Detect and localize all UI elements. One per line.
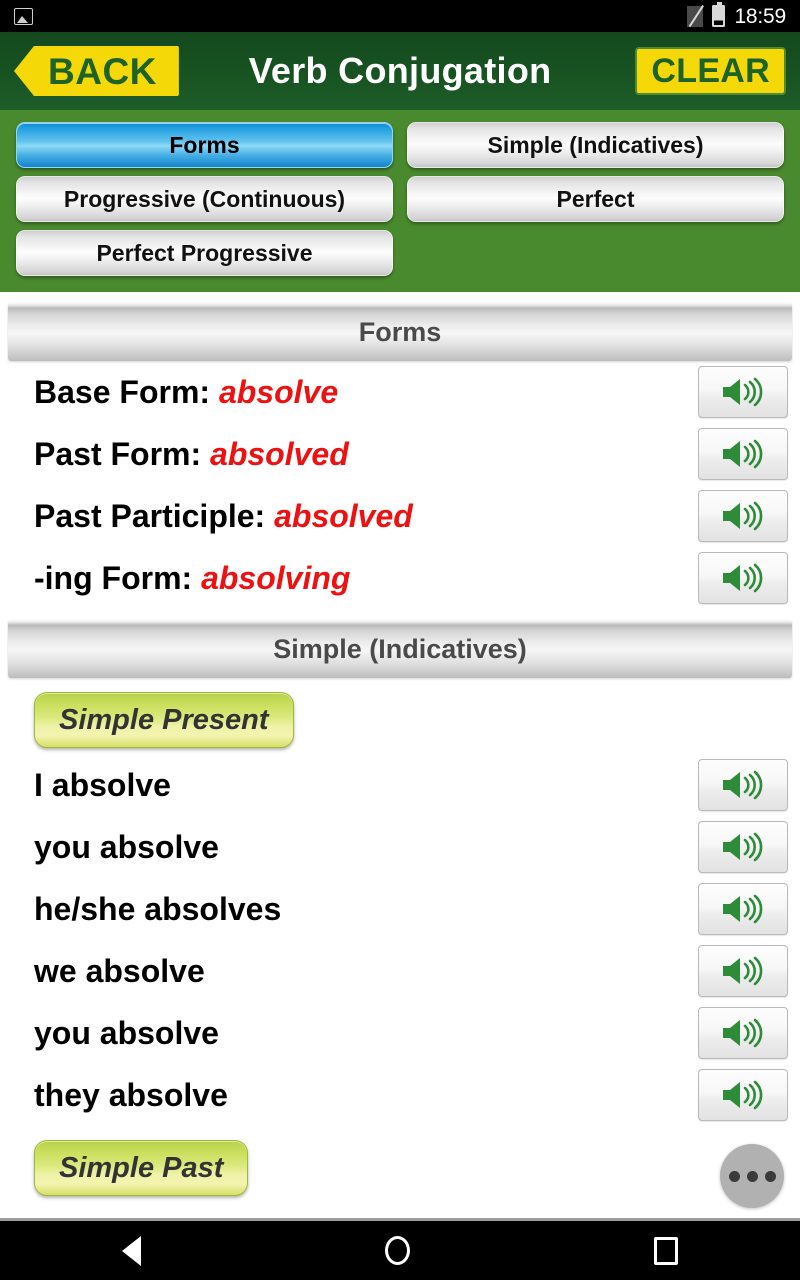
table-row: Base Form: absolve (34, 361, 788, 423)
list-item: we absolve (34, 940, 788, 1002)
tense-badge-past-wrap: Simple Past (0, 1126, 800, 1202)
nav-recent-icon[interactable] (654, 1236, 678, 1265)
form-label: Base Form: (34, 373, 211, 410)
list-item: you absolve (34, 1002, 788, 1064)
tense-badge-simple-present[interactable]: Simple Present (34, 692, 294, 748)
speaker-icon-glyph (723, 1080, 763, 1110)
form-row-base: Base Form: absolve (34, 374, 338, 411)
conjugation-text: you absolve (34, 828, 219, 865)
conjugation-text: we absolve (34, 952, 205, 989)
tense-badge-simple-past[interactable]: Simple Past (34, 1140, 249, 1196)
section-header-simple-indicatives: Simple (Indicatives) (8, 620, 792, 678)
app-header-bar: BACK Verb Conjugation CLEAR (0, 32, 800, 110)
speaker-icon[interactable] (698, 1069, 788, 1121)
speaker-icon[interactable] (698, 552, 788, 604)
conjugation-text: I absolve (34, 766, 171, 803)
speaker-icon-glyph (723, 563, 763, 593)
speaker-icon[interactable] (698, 1007, 788, 1059)
nav-home-icon[interactable] (385, 1236, 410, 1265)
conjugation-text: they absolve (34, 1076, 228, 1113)
speaker-icon-glyph (723, 501, 763, 531)
speaker-icon[interactable] (698, 883, 788, 935)
speaker-icon[interactable] (698, 759, 788, 811)
form-label: Past Participle: (34, 497, 266, 534)
conjugation-text: he/she absolves (34, 890, 282, 927)
android-nav-bar (0, 1218, 800, 1280)
speaker-icon-glyph (723, 770, 763, 800)
simple-present-row-list: I absolve you absolve he/she absolves we… (0, 754, 800, 1126)
clear-button[interactable]: CLEAR (635, 47, 786, 95)
form-value: absolve (218, 373, 339, 410)
dot-icon (728, 1170, 740, 1182)
form-value: absolved (274, 497, 413, 534)
conjugation-text: you absolve (34, 1014, 219, 1051)
section-header-forms: Forms (8, 303, 792, 361)
table-row: Past Form: absolved (34, 423, 788, 485)
tab-progressive-continuous[interactable]: Progressive (Continuous) (16, 176, 393, 222)
conjugation-scroll-area[interactable]: Forms Base Form: absolve Past Form: abso… (0, 292, 800, 1218)
list-item: he/she absolves (34, 878, 788, 940)
dot-icon (746, 1170, 758, 1182)
speaker-icon-glyph (723, 1018, 763, 1048)
list-item: I absolve (34, 754, 788, 816)
tab-simple-indicatives[interactable]: Simple (Indicatives) (407, 122, 784, 168)
speaker-icon[interactable] (698, 428, 788, 480)
overflow-menu-button[interactable] (720, 1144, 784, 1208)
speaker-icon-glyph (723, 894, 763, 924)
speaker-icon[interactable] (698, 945, 788, 997)
form-row-past-participle: Past Participle: absolved (34, 498, 413, 535)
battery-icon (712, 2, 726, 27)
tab-perfect[interactable]: Perfect (407, 176, 784, 222)
category-tab-band: Forms Simple (Indicatives) Progressive (… (0, 110, 800, 292)
status-bar-notifications (14, 7, 33, 25)
status-bar-clock: 18:59 (734, 4, 786, 28)
speaker-icon[interactable] (698, 821, 788, 873)
speaker-icon[interactable] (698, 366, 788, 418)
form-label: -ing Form: (34, 559, 193, 596)
table-row: -ing Form: absolving (34, 547, 788, 609)
no-sim-icon (687, 5, 704, 27)
form-value: absolving (201, 559, 351, 596)
image-icon (14, 7, 33, 25)
speaker-icon-glyph (723, 377, 763, 407)
forms-row-list: Base Form: absolve Past Form: absolved P… (0, 361, 800, 609)
tense-badge-present-wrap: Simple Present (0, 678, 800, 754)
list-item: you absolve (34, 816, 788, 878)
dot-icon (764, 1170, 776, 1182)
tab-perfect-progressive[interactable]: Perfect Progressive (16, 230, 393, 276)
app-root: 18:59 BACK Verb Conjugation CLEAR Forms … (0, 0, 800, 1280)
speaker-icon[interactable] (698, 490, 788, 542)
table-row: Past Participle: absolved (34, 485, 788, 547)
status-bar-system-icons: 18:59 (687, 2, 786, 28)
android-status-bar: 18:59 (0, 0, 800, 32)
form-value: absolved (210, 435, 349, 472)
back-button[interactable]: BACK (14, 46, 179, 96)
list-item: they absolve (34, 1064, 788, 1126)
speaker-icon-glyph (723, 956, 763, 986)
form-row-past: Past Form: absolved (34, 436, 349, 473)
form-label: Past Form: (34, 435, 202, 472)
tab-forms[interactable]: Forms (16, 122, 393, 168)
form-row-ing: -ing Form: absolving (34, 560, 350, 597)
speaker-icon-glyph (723, 832, 763, 862)
nav-back-icon[interactable] (122, 1235, 141, 1266)
speaker-icon-glyph (723, 439, 763, 469)
